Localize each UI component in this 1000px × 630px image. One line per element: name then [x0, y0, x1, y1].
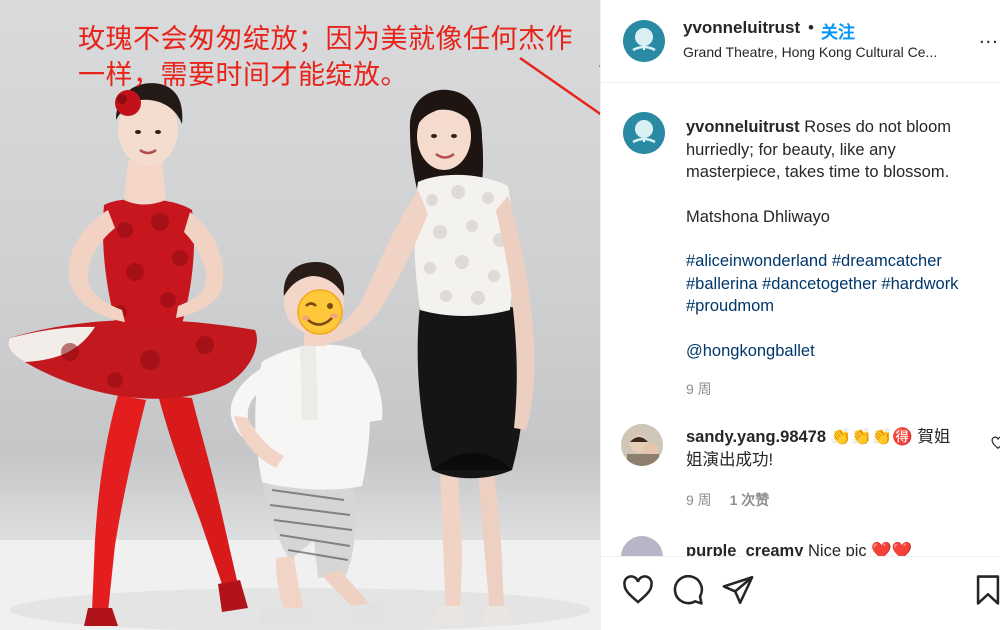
author-username[interactable]: yvonneluitrust	[683, 18, 800, 38]
hashtags-line-1[interactable]: #aliceinwonderland #dreamcatcher	[686, 250, 991, 273]
mention-link[interactable]: @hongkongballet	[686, 340, 991, 363]
separator-dot: •	[808, 18, 814, 37]
comments-scroll-area[interactable]: yvonneluitrust Roses do not bloom hurrie…	[601, 84, 1000, 556]
commenter-avatar[interactable]	[621, 424, 663, 466]
comment-text-cont: 姐演出成功!	[686, 450, 774, 469]
follow-button[interactable]: 关注	[821, 18, 855, 43]
caption-username[interactable]: yvonneluitrust	[686, 118, 800, 136]
commenter-username[interactable]: sandy.yang.98478	[686, 428, 826, 446]
more-options-icon[interactable]: ...	[979, 26, 999, 49]
caption-author-avatar[interactable]	[623, 112, 665, 154]
comment-item: sandy.yang.98478 👏👏👏🉐 賀姐 姐演出成功!	[686, 426, 976, 471]
comment-text-2: Nice pic	[808, 542, 867, 556]
comment-meta: 9 周 1 次赞	[686, 490, 769, 510]
share-icon[interactable]	[721, 573, 755, 607]
comment-time[interactable]: 9 周	[686, 492, 712, 508]
small-heart-icon[interactable]	[991, 436, 1000, 450]
overlay-caption: 玫瑰不会匆匆绽放；因为美就像任何杰作一样，需要时间才能绽放。	[78, 24, 573, 91]
commenter-avatar-2[interactable]	[621, 536, 663, 556]
comment-item-2: purple_creamy Nice pic ❤️❤️	[686, 540, 986, 556]
post-location[interactable]: Grand Theatre, Hong Kong Cultural Ce...	[683, 44, 958, 60]
commenter-username-2[interactable]: purple_creamy	[686, 542, 803, 556]
bookmark-icon[interactable]	[971, 573, 1000, 607]
post-photo[interactable]: 玫瑰不会匆匆绽放；因为美就像任何杰作一样，需要时间才能绽放。	[0, 0, 600, 630]
post-header: yvonneluitrust • 关注 Grand Theatre, Hong …	[601, 0, 1000, 83]
caption-attribution: Matshona Dhliwayo	[686, 207, 830, 226]
post-side-panel: yvonneluitrust • 关注 Grand Theatre, Hong …	[600, 0, 1000, 630]
comment-emoji-2: ❤️❤️	[871, 542, 913, 556]
comment-icon[interactable]	[671, 573, 705, 607]
author-avatar[interactable]	[623, 20, 665, 62]
photo-illustration	[0, 56, 600, 630]
comment-likes[interactable]: 1 次赞	[730, 492, 770, 508]
heart-icon[interactable]	[621, 573, 655, 607]
comment-emoji: 👏👏👏🉐	[830, 428, 913, 446]
hashtags-line-3[interactable]: #proudmom	[686, 295, 991, 318]
hashtags-line-2[interactable]: #ballerina #dancetogether #hardwork	[686, 273, 991, 296]
instagram-post-window: 玫瑰不会匆匆绽放；因为美就像任何杰作一样，需要时间才能绽放。 yvonnelui…	[0, 0, 1000, 630]
caption-time[interactable]: 9 周	[686, 378, 991, 401]
post-action-bar	[601, 556, 1000, 630]
post-caption: yvonneluitrust Roses do not bloom hurrie…	[686, 116, 991, 401]
comment-text: 賀姐	[917, 428, 951, 446]
